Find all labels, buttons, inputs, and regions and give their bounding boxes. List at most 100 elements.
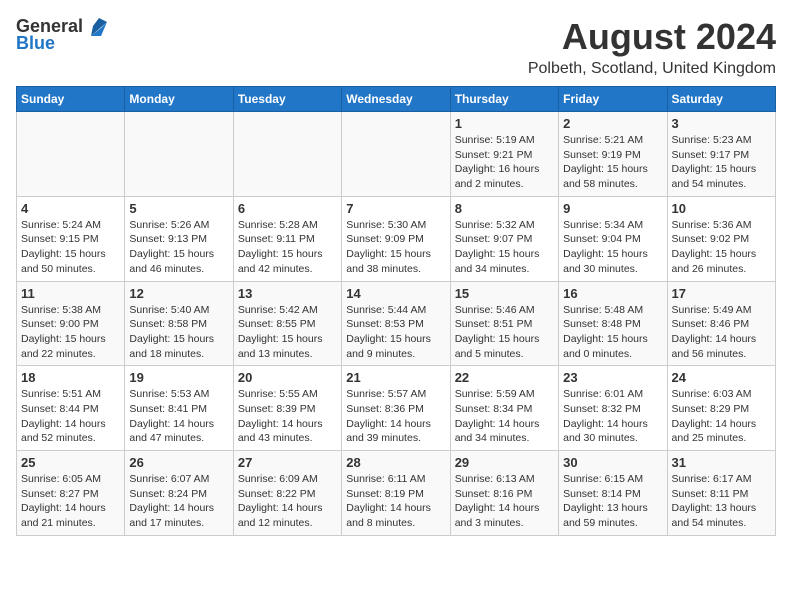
day-number: 9 xyxy=(563,201,662,216)
day-detail: Sunrise: 6:03 AM Sunset: 8:29 PM Dayligh… xyxy=(672,387,771,446)
calendar-week-3: 11 Sunrise: 5:38 AM Sunset: 9:00 PM Dayli… xyxy=(17,281,776,366)
calendar-cell xyxy=(233,112,341,197)
day-detail: Sunrise: 5:46 AM Sunset: 8:51 PM Dayligh… xyxy=(455,303,554,362)
calendar-cell: 6Sunrise: 5:28 AM Sunset: 9:11 PM Daylig… xyxy=(233,196,341,281)
day-detail: Sunrise: 5:59 AM Sunset: 8:34 PM Dayligh… xyxy=(455,387,554,446)
calendar-cell: 5 Sunrise: 5:26 AM Sunset: 9:13 PM Daylig… xyxy=(125,196,233,281)
calendar-cell xyxy=(125,112,233,197)
calendar-cell: 20Sunrise: 5:55 AM Sunset: 8:39 PM Dayli… xyxy=(233,366,341,451)
logo-icon xyxy=(85,18,107,36)
calendar-cell: 30Sunrise: 6:15 AM Sunset: 8:14 PM Dayli… xyxy=(559,451,667,536)
day-number: 1 xyxy=(455,116,554,131)
col-header-friday: Friday xyxy=(559,87,667,112)
col-header-thursday: Thursday xyxy=(450,87,558,112)
col-header-tuesday: Tuesday xyxy=(233,87,341,112)
col-header-wednesday: Wednesday xyxy=(342,87,450,112)
calendar-cell: 11 Sunrise: 5:38 AM Sunset: 9:00 PM Dayli… xyxy=(17,281,125,366)
calendar-week-5: 25 Sunrise: 6:05 AM Sunset: 8:27 PM Dayli… xyxy=(17,451,776,536)
day-detail: Sunrise: 6:05 AM Sunset: 8:27 PM Dayligh… xyxy=(21,472,120,531)
day-number: 25 xyxy=(21,455,120,470)
subtitle: Polbeth, Scotland, United Kingdom xyxy=(528,60,776,78)
day-detail: Sunrise: 5:40 AM Sunset: 8:58 PM Dayligh… xyxy=(129,303,228,362)
calendar-cell: 23 Sunrise: 6:01 AM Sunset: 8:32 PM Dayli… xyxy=(559,366,667,451)
calendar-cell: 18 Sunrise: 5:51 AM Sunset: 8:44 PM Dayli… xyxy=(17,366,125,451)
day-detail: Sunrise: 5:24 AM Sunset: 9:15 PM Dayligh… xyxy=(21,218,120,277)
day-number: 17 xyxy=(672,286,771,301)
calendar-cell: 14Sunrise: 5:44 AM Sunset: 8:53 PM Dayli… xyxy=(342,281,450,366)
day-number: 16 xyxy=(563,286,662,301)
day-number: 7 xyxy=(346,201,445,216)
day-detail: Sunrise: 6:13 AM Sunset: 8:16 PM Dayligh… xyxy=(455,472,554,531)
calendar-cell: 1 Sunrise: 5:19 AM Sunset: 9:21 PM Daylig… xyxy=(450,112,558,197)
calendar-cell: 7 Sunrise: 5:30 AM Sunset: 9:09 PM Daylig… xyxy=(342,196,450,281)
day-detail: Sunrise: 5:30 AM Sunset: 9:09 PM Dayligh… xyxy=(346,218,445,277)
calendar-cell: 31 Sunrise: 6:17 AM Sunset: 8:11 PM Dayli… xyxy=(667,451,775,536)
day-detail: Sunrise: 5:57 AM Sunset: 8:36 PM Dayligh… xyxy=(346,387,445,446)
calendar-cell: 3Sunrise: 5:23 AM Sunset: 9:17 PM Daylig… xyxy=(667,112,775,197)
day-detail: Sunrise: 6:09 AM Sunset: 8:22 PM Dayligh… xyxy=(238,472,337,531)
day-number: 23 xyxy=(563,370,662,385)
day-detail: Sunrise: 5:32 AM Sunset: 9:07 PM Dayligh… xyxy=(455,218,554,277)
day-number: 5 xyxy=(129,201,228,216)
day-detail: Sunrise: 5:53 AM Sunset: 8:41 PM Dayligh… xyxy=(129,387,228,446)
day-number: 13 xyxy=(238,286,337,301)
day-detail: Sunrise: 5:49 AM Sunset: 8:46 PM Dayligh… xyxy=(672,303,771,362)
col-header-sunday: Sunday xyxy=(17,87,125,112)
col-header-monday: Monday xyxy=(125,87,233,112)
day-detail: Sunrise: 5:23 AM Sunset: 9:17 PM Dayligh… xyxy=(672,133,771,192)
calendar-cell xyxy=(17,112,125,197)
calendar-cell: 9 Sunrise: 5:34 AM Sunset: 9:04 PM Daylig… xyxy=(559,196,667,281)
calendar-cell: 21 Sunrise: 5:57 AM Sunset: 8:36 PM Dayli… xyxy=(342,366,450,451)
day-number: 22 xyxy=(455,370,554,385)
title-block: August 2024 Polbeth, Scotland, United Ki… xyxy=(528,16,776,78)
day-number: 31 xyxy=(672,455,771,470)
calendar-cell: 4 Sunrise: 5:24 AM Sunset: 9:15 PM Daylig… xyxy=(17,196,125,281)
calendar-cell: 13Sunrise: 5:42 AM Sunset: 8:55 PM Dayli… xyxy=(233,281,341,366)
day-number: 2 xyxy=(563,116,662,131)
calendar-cell: 16 Sunrise: 5:48 AM Sunset: 8:48 PM Dayli… xyxy=(559,281,667,366)
day-number: 4 xyxy=(21,201,120,216)
calendar-cell: 2 Sunrise: 5:21 AM Sunset: 9:19 PM Daylig… xyxy=(559,112,667,197)
day-number: 19 xyxy=(129,370,228,385)
day-detail: Sunrise: 6:01 AM Sunset: 8:32 PM Dayligh… xyxy=(563,387,662,446)
page-header: General Blue August 2024 Polbeth, Scotla… xyxy=(16,16,776,78)
col-header-saturday: Saturday xyxy=(667,87,775,112)
day-detail: Sunrise: 6:17 AM Sunset: 8:11 PM Dayligh… xyxy=(672,472,771,531)
day-number: 12 xyxy=(129,286,228,301)
day-detail: Sunrise: 5:34 AM Sunset: 9:04 PM Dayligh… xyxy=(563,218,662,277)
calendar-cell: 25 Sunrise: 6:05 AM Sunset: 8:27 PM Dayli… xyxy=(17,451,125,536)
calendar-cell: 10 Sunrise: 5:36 AM Sunset: 9:02 PM Dayli… xyxy=(667,196,775,281)
day-number: 24 xyxy=(672,370,771,385)
day-detail: Sunrise: 5:21 AM Sunset: 9:19 PM Dayligh… xyxy=(563,133,662,192)
day-number: 18 xyxy=(21,370,120,385)
day-number: 26 xyxy=(129,455,228,470)
day-number: 10 xyxy=(672,201,771,216)
calendar-week-2: 4 Sunrise: 5:24 AM Sunset: 9:15 PM Daylig… xyxy=(17,196,776,281)
day-detail: Sunrise: 5:19 AM Sunset: 9:21 PM Dayligh… xyxy=(455,133,554,192)
day-number: 30 xyxy=(563,455,662,470)
calendar-cell: 26Sunrise: 6:07 AM Sunset: 8:24 PM Dayli… xyxy=(125,451,233,536)
day-number: 28 xyxy=(346,455,445,470)
day-detail: Sunrise: 6:11 AM Sunset: 8:19 PM Dayligh… xyxy=(346,472,445,531)
day-number: 6 xyxy=(238,201,337,216)
day-detail: Sunrise: 5:36 AM Sunset: 9:02 PM Dayligh… xyxy=(672,218,771,277)
day-number: 27 xyxy=(238,455,337,470)
day-number: 29 xyxy=(455,455,554,470)
day-detail: Sunrise: 5:51 AM Sunset: 8:44 PM Dayligh… xyxy=(21,387,120,446)
day-detail: Sunrise: 5:48 AM Sunset: 8:48 PM Dayligh… xyxy=(563,303,662,362)
day-number: 15 xyxy=(455,286,554,301)
calendar-cell: 8Sunrise: 5:32 AM Sunset: 9:07 PM Daylig… xyxy=(450,196,558,281)
logo: General Blue xyxy=(16,16,107,54)
day-number: 11 xyxy=(21,286,120,301)
logo-blue-text: Blue xyxy=(16,33,55,54)
calendar-cell: 12 Sunrise: 5:40 AM Sunset: 8:58 PM Dayli… xyxy=(125,281,233,366)
day-detail: Sunrise: 5:38 AM Sunset: 9:00 PM Dayligh… xyxy=(21,303,120,362)
day-number: 21 xyxy=(346,370,445,385)
calendar-table: SundayMondayTuesdayWednesdayThursdayFrid… xyxy=(16,86,776,536)
day-detail: Sunrise: 5:55 AM Sunset: 8:39 PM Dayligh… xyxy=(238,387,337,446)
calendar-cell: 29 Sunrise: 6:13 AM Sunset: 8:16 PM Dayli… xyxy=(450,451,558,536)
calendar-cell: 19 Sunrise: 5:53 AM Sunset: 8:41 PM Dayli… xyxy=(125,366,233,451)
day-detail: Sunrise: 5:26 AM Sunset: 9:13 PM Dayligh… xyxy=(129,218,228,277)
calendar-cell: 15 Sunrise: 5:46 AM Sunset: 8:51 PM Dayli… xyxy=(450,281,558,366)
calendar-cell: 27 Sunrise: 6:09 AM Sunset: 8:22 PM Dayli… xyxy=(233,451,341,536)
